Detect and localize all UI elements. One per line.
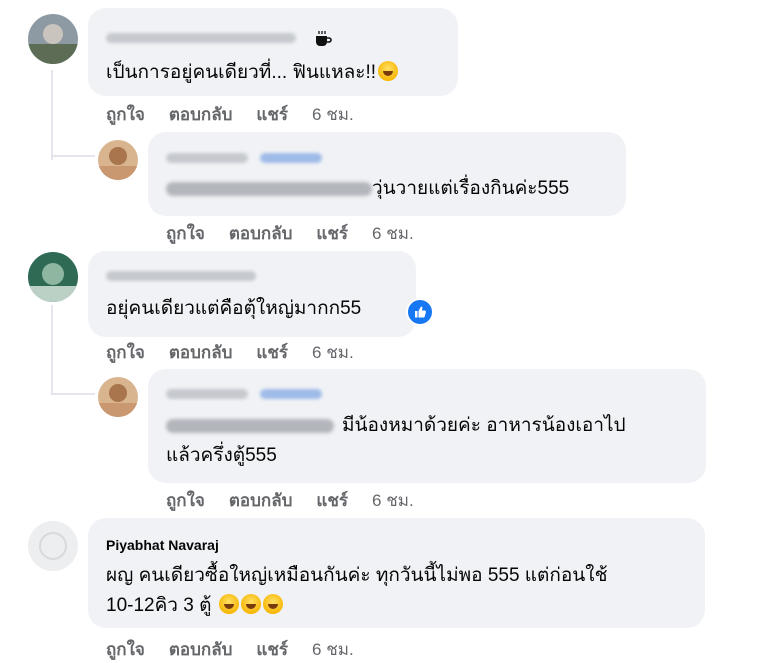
share-button[interactable]: แชร์ [316, 220, 348, 247]
author-name-redacted[interactable] [106, 271, 256, 281]
laughing-emoji-icon [218, 594, 239, 614]
comment-text-content: 10-12คิว 3 ตู้ [106, 595, 212, 616]
comment-actions: ถูกใจ ตอบกลับ แชร์ 6 ชม. [166, 487, 438, 514]
timestamp[interactable]: 6 ชม. [312, 101, 354, 128]
avatar[interactable] [98, 377, 138, 417]
mention-redacted[interactable] [166, 419, 334, 433]
comment-text-line1: ผญ คนเดียวซื้อใหญ่เหมือนกันค่ะ ทุกวันนี้… [106, 565, 608, 586]
author-name-redacted[interactable] [106, 33, 296, 43]
mention-redacted[interactable] [166, 182, 372, 196]
comment-actions: ถูกใจ ตอบกลับ แชร์ 6 ชม. [106, 101, 378, 128]
thread-line [51, 70, 53, 160]
avatar[interactable] [28, 252, 78, 302]
share-button[interactable]: แชร์ [316, 487, 348, 514]
like-button[interactable]: ถูกใจ [166, 487, 205, 514]
share-button[interactable]: แชร์ [256, 101, 288, 128]
author-name-redacted[interactable] [166, 153, 248, 163]
laughing-emoji-icon [378, 61, 399, 81]
comment-text: อยุ่คนเดียวแต่คือตุ้ใหญ่มากก55 [106, 298, 362, 319]
reply-button[interactable]: ตอบกลับ [169, 339, 233, 366]
comment-text-line2: 10-12คิว 3 ตู้ [106, 591, 283, 621]
reply-text-line2: แล้วครึ่งตู้555 [166, 445, 277, 466]
like-button[interactable]: ถูกใจ [106, 101, 145, 128]
share-button[interactable]: แชร์ [256, 339, 288, 366]
like-reaction-icon[interactable] [406, 298, 434, 326]
coffee-cup-icon [308, 24, 338, 54]
thread-line [51, 155, 95, 157]
timestamp[interactable]: 6 ชม. [372, 487, 414, 514]
comment-text-content: เป็นการอยู่คนเดียวที่... ฟินแหละ!! [106, 62, 377, 83]
laughing-emoji-icon [240, 594, 261, 614]
thread-line [51, 393, 95, 395]
comment-actions: ถูกใจ ตอบกลับ แชร์ 6 ชม. [106, 339, 378, 366]
avatar[interactable] [28, 14, 78, 64]
timestamp[interactable]: 6 ชม. [312, 339, 354, 366]
like-button[interactable]: ถูกใจ [106, 339, 145, 366]
comment-actions: ถูกใจ ตอบกลับ แชร์ 6 ชม. [166, 220, 438, 247]
reply-text-line1: มีน้องหมาด้วยค่ะ อาหารน้องเอาไป [342, 415, 626, 436]
comment-text: เป็นการอยู่คนเดียวที่... ฟินแหละ!! [106, 58, 399, 88]
avatar[interactable] [98, 140, 138, 180]
author-tag-redacted [260, 153, 322, 163]
author-tag-redacted [260, 389, 322, 399]
laughing-emoji-icon [262, 594, 283, 614]
author-name-redacted[interactable] [166, 389, 248, 399]
avatar[interactable] [28, 521, 78, 571]
comment-author[interactable]: Piyabhat Navaraj [106, 537, 219, 553]
reply-button[interactable]: ตอบกลับ [229, 487, 293, 514]
thread-line [51, 305, 53, 395]
timestamp[interactable]: 6 ชม. [372, 220, 414, 247]
reply-text: วุ่นวายแต่เรื่องกินค่ะ555 [372, 178, 570, 199]
like-button[interactable]: ถูกใจ [166, 220, 205, 247]
reply-button[interactable]: ตอบกลับ [169, 101, 233, 128]
reply-button[interactable]: ตอบกลับ [229, 220, 293, 247]
